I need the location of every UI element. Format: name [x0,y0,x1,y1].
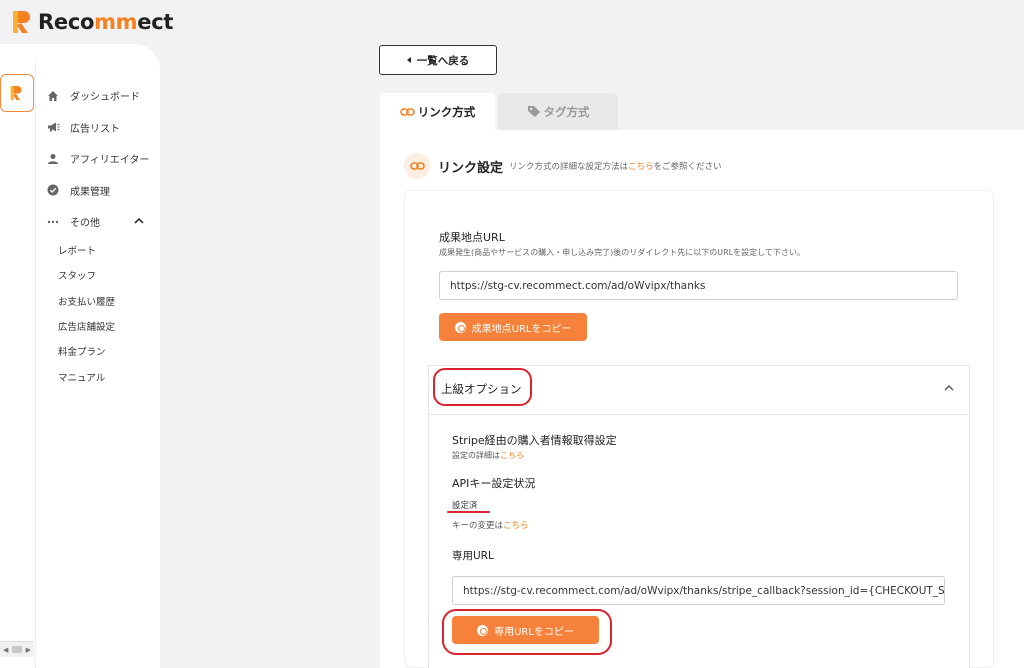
tag-icon [527,105,541,118]
sidebar-item-label: ダッシュボード [70,92,140,104]
tab-tag-method[interactable]: タグ方式 [498,93,618,130]
sidebar-item-ad-list[interactable]: 広告リスト [46,112,156,144]
chevron-up-icon[interactable] [134,216,144,227]
sidebar-item-label: その他 [70,218,100,230]
brand-name: Recommect [38,10,174,34]
help-link[interactable]: こちら [628,162,654,172]
sidebar-item-results[interactable]: 成果管理 [46,175,156,207]
api-key-status-value: 設定済 [452,501,478,511]
conversion-url-label: 成果地点URL [439,231,505,244]
sidebar-item-label: 広告リスト [70,123,120,135]
divider [428,414,970,415]
back-to-list-button[interactable]: 一覧へ戻る [379,45,497,75]
api-key-status-title: APIキー設定状況 [452,477,536,490]
sidebar-submenu: レポート スタッフ お支払い履歴 広告店舗設定 料金プラン マニュアル [46,238,156,390]
sidebar-subitem-manual[interactable]: マニュアル [46,364,156,389]
logo-r-icon [10,86,22,100]
key-change-text: キーの変更はこちら [452,521,529,531]
link-icon [399,107,415,117]
stripe-settings-title: Stripe経由の購入者情報取得設定 [452,434,617,447]
section-description: リンク方式の詳細な設定方法はこちらをご参照ください [509,162,722,172]
highlight-annotation [442,609,612,655]
copy-icon [454,321,466,333]
sidebar-subitem-pricing-plan[interactable]: 料金プラン [46,339,156,364]
scrollbar-thumb[interactable] [12,646,22,653]
sidebar-item-label: 成果管理 [70,186,110,198]
sidebar-item-label: アフィリエイター [70,155,150,167]
chevron-up-icon[interactable] [944,383,954,394]
sidebar-subitem-staff[interactable]: スタッフ [46,263,156,288]
brand-logo[interactable]: Recommect [12,8,173,36]
sidebar-subitem-report[interactable]: レポート [46,238,156,263]
dedicated-url-field[interactable]: https://stg-cv.recommect.com/ad/oWvipx/t… [452,576,945,605]
scroll-right-icon[interactable]: ▶ [26,646,31,654]
scroll-left-icon[interactable]: ◀ [3,646,8,654]
dedicated-url-label: 専用URL [452,550,494,562]
conversion-url-field[interactable]: https://stg-cv.recommect.com/ad/oWvipx/t… [439,271,958,300]
underline-annotation [447,511,490,513]
workspace-logo-button[interactable] [0,74,34,112]
sidebar-subitem-store-settings[interactable]: 広告店舗設定 [46,313,156,338]
link-icon [404,153,430,179]
section-title: リンク設定 [438,160,504,176]
stripe-settings-detail: 設定の詳細はこちら [452,451,524,460]
conversion-url-help: 成果発生(商品やサービスの購入・申し込み完了)後のリダイレクト先に以下のURLを… [439,248,805,257]
sidebar-icon-rail [0,58,36,668]
megaphone-icon [46,120,60,134]
link-settings-header: リンク設定 リンク方式の詳細な設定方法はこちらをご参照ください [404,153,722,179]
stripe-detail-link[interactable]: こちら [500,451,524,460]
highlight-annotation [433,368,532,406]
person-icon [46,152,60,166]
sidebar-subitem-payment-history[interactable]: お支払い履歴 [46,288,156,313]
sidebar-item-dashboard[interactable]: ダッシュボード [46,80,156,112]
home-icon [46,89,60,103]
sidebar-item-affiliators[interactable]: アフィリエイター [46,143,156,175]
logo-r-icon [12,10,34,34]
sidebar-item-other[interactable]: その他 [46,206,156,238]
caret-left-icon [406,57,411,63]
tab-link-method[interactable]: リンク方式 [380,93,495,130]
more-dots-icon [46,215,60,229]
sidebar-nav: ダッシュボード 広告リスト アフィリエイター 成果管理 その他 レポート スタッ… [46,80,156,389]
key-change-link[interactable]: こちら [503,521,529,531]
horizontal-scrollbar[interactable]: ◀ ▶ [0,641,34,657]
check-circle-icon [46,183,60,197]
copy-conversion-url-button[interactable]: 成果地点URLをコピー [439,313,587,341]
